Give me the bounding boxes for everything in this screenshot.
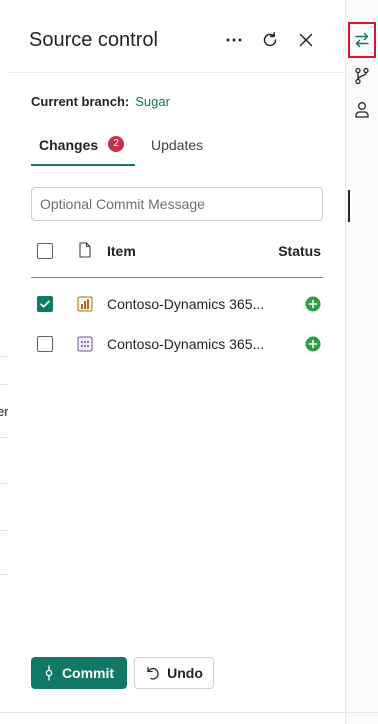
file-icon — [79, 242, 91, 263]
close-button[interactable] — [294, 28, 318, 52]
commit-icon — [45, 665, 53, 681]
commit-button-label: Commit — [61, 665, 115, 681]
right-rail — [346, 0, 378, 724]
changes-list-header: Item Status — [31, 232, 323, 278]
report-icon — [77, 296, 93, 317]
account-rail-button[interactable] — [348, 98, 374, 222]
current-branch: Current branch: Sugar — [31, 94, 170, 109]
commit-button[interactable]: Commit — [31, 657, 127, 689]
background-divider — [0, 530, 8, 531]
background-divider — [0, 574, 8, 575]
checkmark-icon — [40, 300, 50, 308]
undo-icon — [147, 666, 159, 680]
changes-count-badge: 2 — [108, 136, 125, 152]
branch-name[interactable]: Sugar — [135, 94, 170, 109]
more-options-button[interactable] — [222, 28, 246, 52]
person-icon — [355, 102, 369, 118]
panel-header: Source control — [8, 0, 345, 73]
refresh-button[interactable] — [258, 28, 282, 52]
undo-button-label: Undo — [167, 665, 203, 681]
background-divider — [0, 437, 8, 438]
background-divider — [0, 483, 8, 484]
tab-updates[interactable]: Updates — [151, 130, 203, 164]
source-control-panel: Source control Current branch: Sugar Chan… — [8, 0, 346, 724]
background-divider — [0, 384, 8, 385]
more-icon — [226, 38, 242, 42]
commit-message-input[interactable] — [31, 187, 323, 221]
added-status-icon — [305, 336, 321, 357]
column-status[interactable]: Status — [278, 243, 321, 259]
select-all-checkbox[interactable] — [37, 243, 53, 259]
bottom-divider — [0, 712, 378, 713]
row-checkbox[interactable] — [37, 336, 53, 352]
background-divider — [0, 356, 8, 357]
column-item[interactable]: Item — [107, 243, 136, 259]
item-name: Contoso-Dynamics 365... — [107, 296, 265, 312]
undo-button[interactable]: Undo — [134, 657, 214, 689]
source-control-rail-button[interactable] — [350, 28, 374, 52]
close-icon — [299, 33, 313, 47]
table-row[interactable]: Contoso-Dynamics 365... — [31, 284, 323, 324]
panel-title: Source control — [29, 29, 158, 51]
added-status-icon — [305, 296, 321, 317]
row-checkbox[interactable] — [37, 296, 53, 312]
tab-changes-label: Changes — [39, 137, 99, 153]
table-row[interactable]: Contoso-Dynamics 365... — [31, 324, 323, 364]
rail-selection-indicator — [348, 190, 350, 222]
branch-icon — [355, 67, 369, 85]
tab-updates-label: Updates — [151, 137, 204, 153]
swap-arrows-icon — [355, 32, 369, 48]
branches-rail-button[interactable] — [350, 64, 374, 88]
branch-label: Current branch: — [31, 94, 130, 109]
tab-changes[interactable]: Changes 2 — [31, 130, 135, 166]
dataset-icon — [77, 336, 93, 357]
item-name: Contoso-Dynamics 365... — [107, 336, 265, 352]
background-text: er — [0, 404, 8, 419]
refresh-icon — [263, 32, 277, 47]
